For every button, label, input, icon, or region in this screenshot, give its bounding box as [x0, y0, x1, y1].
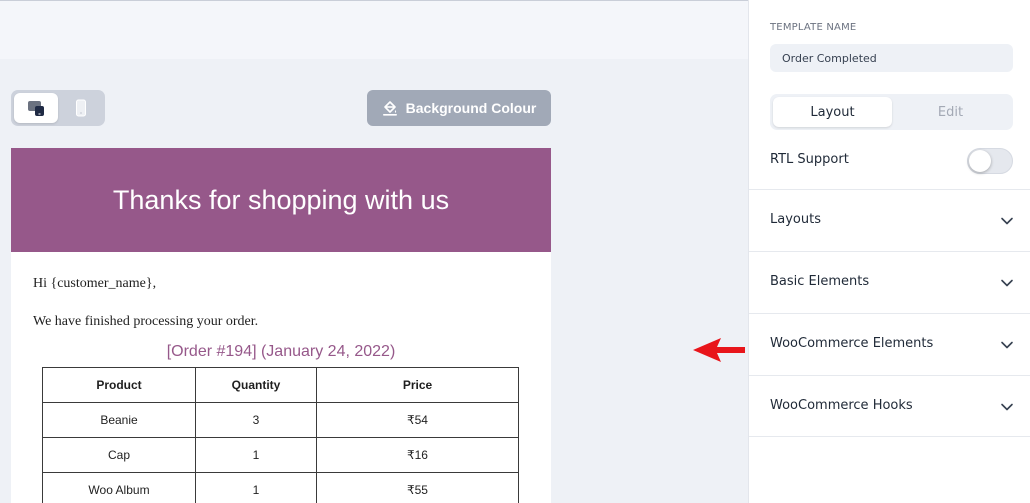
table-row: Cap 1 ₹16: [42, 437, 519, 473]
cell-price: ₹55: [316, 472, 519, 503]
red-arrow-icon: [693, 338, 745, 362]
email-greeting: Hi {customer_name},: [33, 276, 157, 291]
chevron-down-icon: [1001, 217, 1013, 225]
tab-layout[interactable]: Layout: [773, 97, 892, 127]
table-row: Woo Album 1 ₹55: [42, 472, 519, 503]
cell-price: ₹54: [316, 402, 519, 438]
mobile-icon: [76, 99, 86, 117]
background-colour-label: Background Colour: [405, 100, 537, 116]
template-name-input[interactable]: [770, 44, 1013, 72]
section-label: WooCommerce Hooks: [770, 398, 913, 413]
cell-product: Cap: [42, 437, 196, 473]
chevron-down-icon: [1001, 403, 1013, 411]
section-label: Layouts: [770, 212, 821, 227]
cell-product: Woo Album: [42, 472, 196, 503]
order-table: Product Quantity Price Beanie 3 ₹54 Cap …: [42, 367, 519, 503]
settings-sidebar: TEMPLATE NAME Layout Edit RTL Support La…: [748, 0, 1030, 503]
rtl-support-toggle[interactable]: [967, 148, 1013, 174]
column-header-product: Product: [42, 367, 196, 403]
email-header: Thanks for shopping with us: [11, 148, 551, 252]
email-preview: Thanks for shopping with us Hi {customer…: [11, 148, 551, 503]
section-label: Basic Elements: [770, 274, 870, 289]
background-colour-button[interactable]: Background Colour: [367, 90, 551, 126]
column-header-quantity: Quantity: [195, 367, 317, 403]
chevron-down-icon: [1001, 341, 1013, 349]
table-header-row: Product Quantity Price: [42, 367, 519, 403]
email-header-title: Thanks for shopping with us: [112, 184, 450, 215]
section-layouts[interactable]: Layouts: [749, 189, 1030, 251]
desktop-icon: [28, 101, 44, 116]
order-heading: [Order #194] (January 24, 2022): [166, 343, 396, 360]
mobile-view-button[interactable]: [59, 93, 103, 123]
toggle-knob: [969, 150, 991, 172]
cell-quantity: 1: [195, 437, 317, 473]
section-basic-elements[interactable]: Basic Elements: [749, 251, 1030, 313]
top-band: [0, 1, 748, 59]
email-body-line: We have finished processing your order.: [33, 314, 259, 329]
section-woocommerce-hooks[interactable]: WooCommerce Hooks: [749, 375, 1030, 437]
desktop-view-button[interactable]: [14, 93, 58, 123]
cell-quantity: 1: [195, 472, 317, 503]
cell-product: Beanie: [42, 402, 196, 438]
column-header-price: Price: [316, 367, 519, 403]
device-toggle: [11, 90, 105, 126]
chevron-down-icon: [1001, 279, 1013, 287]
tab-edit[interactable]: Edit: [891, 97, 1010, 127]
rtl-support-label: RTL Support: [770, 152, 849, 167]
table-row: Beanie 3 ₹54: [42, 402, 519, 438]
section-label: WooCommerce Elements: [770, 336, 934, 351]
section-woocommerce-elements[interactable]: WooCommerce Elements: [749, 313, 1030, 375]
paint-bucket-icon: [382, 101, 397, 116]
cell-quantity: 3: [195, 402, 317, 438]
template-name-label: TEMPLATE NAME: [770, 22, 857, 33]
cell-price: ₹16: [316, 437, 519, 473]
mode-tabs: Layout Edit: [770, 94, 1013, 130]
